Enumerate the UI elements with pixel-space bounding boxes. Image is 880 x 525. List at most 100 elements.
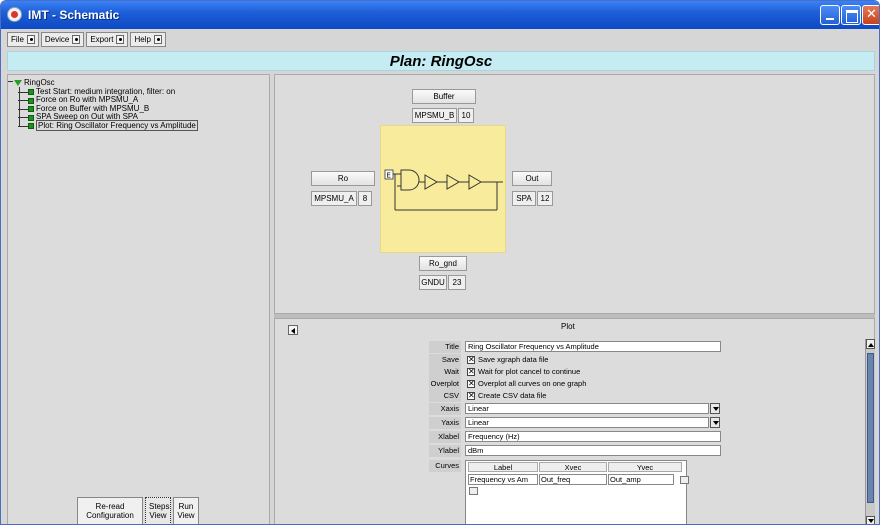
ro-pin-button[interactable]: Ro: [311, 171, 375, 186]
title-bar: IMT - Schematic: [1, 1, 879, 29]
button-line: Run: [178, 502, 194, 511]
yaxis-dropdown-icon[interactable]: [710, 417, 720, 428]
wait-label: Wait: [429, 366, 461, 378]
scroll-thumb[interactable]: [867, 353, 874, 503]
xaxis-label: Xaxis: [429, 403, 461, 415]
xlabel-field[interactable]: Frequency (Hz): [465, 431, 721, 442]
out-channel[interactable]: 12: [537, 191, 553, 206]
step-icon: [28, 97, 34, 104]
dropdown-icon: [26, 35, 35, 44]
dropdown-icon: [116, 35, 125, 44]
save-row[interactable]: Save xgraph data file: [467, 354, 548, 365]
wait-text: Wait for plot cancel to continue: [478, 367, 581, 376]
ro-gnd-channel[interactable]: 23: [448, 275, 466, 290]
reread-configuration-button[interactable]: Re-read Configuration: [77, 497, 143, 524]
curves-header-xvec: Xvec: [539, 462, 607, 472]
curve-remove-button[interactable]: [680, 476, 689, 484]
button-line: Steps: [149, 502, 170, 511]
menu-help-label: Help: [134, 35, 151, 44]
title-field[interactable]: Ring Oscillator Frequency vs Amplitude: [465, 341, 721, 352]
button-line: View: [149, 511, 167, 520]
collapse-left-icon[interactable]: [288, 325, 298, 335]
wait-row[interactable]: Wait for plot cancel to continue: [467, 366, 580, 377]
tree-node-plot[interactable]: Plot: Ring Oscillator Frequency vs Ampli…: [10, 119, 198, 131]
curves-header-label: Label: [468, 462, 538, 472]
step-icon: [28, 114, 34, 121]
csv-data-text: Create CSV data file: [478, 391, 547, 400]
ylabel-field[interactable]: dBm: [465, 445, 721, 456]
csv-data-checkbox[interactable]: [467, 391, 475, 400]
xaxis-select[interactable]: Linear: [465, 403, 709, 414]
out-pin-button[interactable]: Out: [512, 171, 552, 186]
out-instrument[interactable]: SPA: [512, 191, 536, 206]
xaxis-dropdown-icon[interactable]: [710, 403, 720, 414]
device-block[interactable]: E: [380, 125, 506, 253]
ring-oscillator-circuit: E: [384, 169, 503, 211]
tree-branch: [18, 100, 28, 101]
steps-view-button[interactable]: Steps View: [145, 497, 171, 524]
run-view-button[interactable]: Run View: [173, 497, 199, 524]
button-line: Configuration: [86, 511, 134, 520]
scroll-up-icon[interactable]: [866, 339, 875, 349]
window-title: IMT - Schematic: [28, 8, 120, 22]
curve-yvec-cell[interactable]: Out_amp: [608, 474, 674, 485]
maximize-button[interactable]: [841, 5, 861, 25]
ro-instrument[interactable]: MPSMU_A: [311, 191, 357, 206]
menu-file[interactable]: File: [7, 32, 39, 47]
tree-branch: [18, 117, 28, 118]
close-button[interactable]: [862, 5, 879, 25]
button-line: Re-read: [95, 502, 125, 511]
curve-label-cell[interactable]: Frequency vs Am: [468, 474, 538, 485]
save-text: Save xgraph data file: [478, 355, 549, 364]
overplot-checkbox[interactable]: [467, 379, 475, 388]
step-icon: [28, 123, 34, 129]
plot-heading: Plot: [561, 322, 575, 331]
ro-gnd-instrument[interactable]: GNDU: [419, 275, 447, 290]
folder-triangle-icon: [14, 80, 22, 86]
collapse-icon[interactable]: [8, 79, 13, 84]
plan-title: Plan: RingOsc: [389, 53, 493, 70]
curves-label: Curves: [429, 460, 461, 472]
tree-branch: [18, 125, 28, 127]
ro-gnd-pin-button[interactable]: Ro_gnd: [419, 256, 467, 271]
svg-text:E: E: [387, 172, 391, 180]
dropdown-icon: [72, 35, 81, 44]
menu-bar: File Device Export Help: [7, 32, 166, 47]
curves-header-yvec: Yvec: [608, 462, 682, 472]
title-label: Title: [429, 341, 461, 353]
plan-banner: Plan: RingOsc: [7, 51, 875, 71]
curve-xvec-cell[interactable]: Out_freq: [539, 474, 607, 485]
curve-add-button[interactable]: [469, 487, 478, 495]
schematic-window: IMT - Schematic File Device Export Help …: [0, 0, 880, 525]
menu-help[interactable]: Help: [130, 32, 166, 47]
save-checkbox[interactable]: [467, 355, 475, 364]
curves-table: Label Xvec Yvec Frequency vs Am Out_freq…: [465, 460, 689, 524]
dropdown-icon: [153, 35, 162, 44]
wait-checkbox[interactable]: [467, 367, 475, 376]
buffer-instrument[interactable]: MPSMU_B: [412, 108, 457, 123]
menu-file-label: File: [11, 35, 24, 44]
tree-node-label: Plot: Ring Oscillator Frequency vs Ampli…: [36, 119, 198, 131]
overplot-row[interactable]: Overplot all curves on one graph: [467, 378, 586, 389]
ro-channel[interactable]: 8: [358, 191, 372, 206]
buffer-channel[interactable]: 10: [458, 108, 474, 123]
yaxis-label: Yaxis: [429, 417, 461, 429]
yaxis-select[interactable]: Linear: [465, 417, 709, 428]
csv-data-row[interactable]: Create CSV data file: [467, 390, 546, 401]
xlabel-label: Xlabel: [429, 431, 461, 443]
csv-data-label: CSV Data: [429, 390, 461, 412]
scroll-down-icon[interactable]: [866, 516, 875, 524]
tree-branch: [18, 91, 28, 93]
menu-device[interactable]: Device: [40, 32, 85, 47]
tree-branch: [18, 108, 28, 110]
ylabel-label: Ylabel: [429, 445, 461, 457]
step-icon: [28, 106, 34, 112]
menu-export[interactable]: Export: [86, 32, 129, 47]
steps-tree-panel: RingOsc Test Start: medium integration, …: [7, 74, 270, 524]
overplot-label: Overplot: [429, 378, 461, 390]
app-icon: [7, 7, 22, 22]
buffer-pin-button[interactable]: Buffer: [412, 89, 476, 104]
steps-tree: RingOsc Test Start: medium integration, …: [8, 78, 198, 131]
minimize-button[interactable]: [820, 5, 840, 25]
plot-panel-scrollbar[interactable]: [865, 339, 875, 524]
